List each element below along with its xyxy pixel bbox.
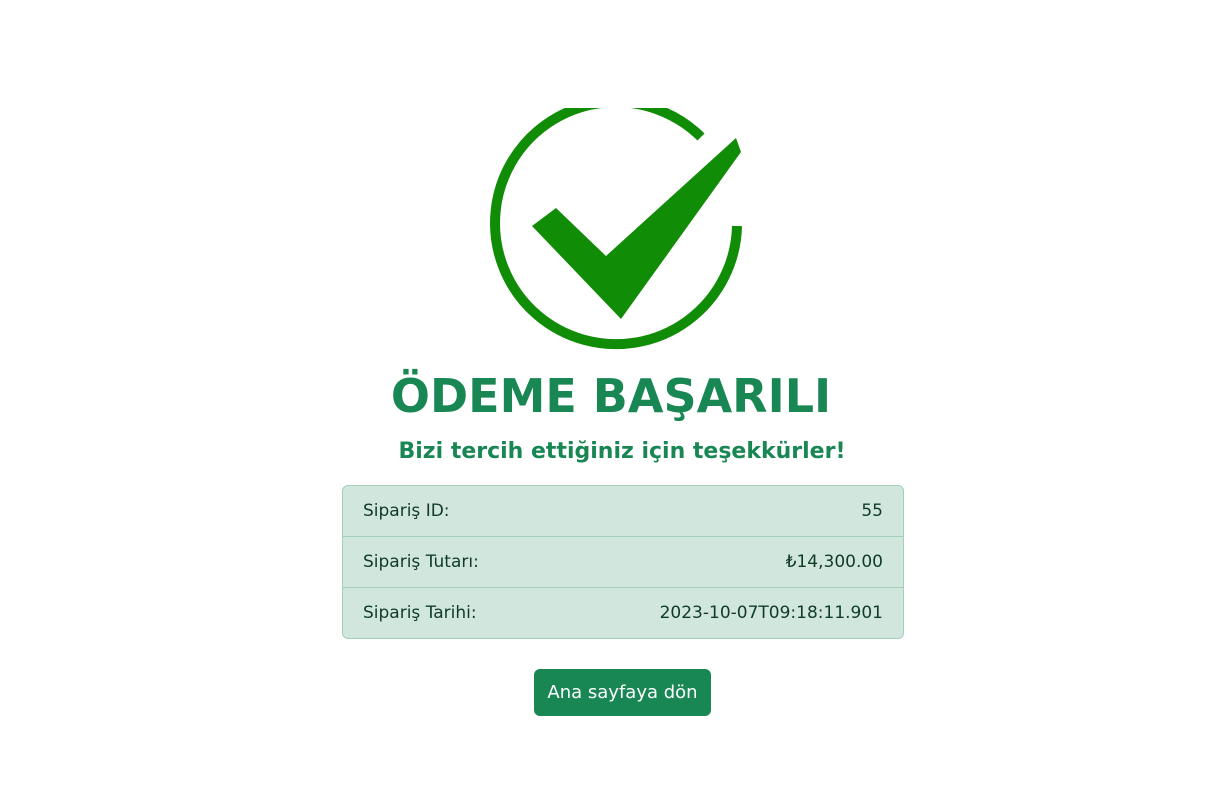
order-id-label: Sipariş ID: (363, 501, 450, 521)
order-date-label: Sipariş Tarihi: (363, 603, 477, 623)
order-details-list: Sipariş ID: 55 Sipariş Tutarı: ₺14,300.0… (342, 485, 904, 639)
payment-success-page: ÖDEME BAŞARILI Bizi tercih ettiğiniz içi… (0, 0, 1222, 812)
thank-you-message: Bizi tercih ettiğiniz için teşekkürler! (398, 439, 846, 464)
check-circle-icon (490, 108, 742, 350)
order-date-value: 2023-10-07T09:18:11.901 (659, 603, 883, 623)
order-id-row: Sipariş ID: 55 (343, 486, 903, 537)
order-amount-row: Sipariş Tutarı: ₺14,300.00 (343, 537, 903, 588)
back-to-home-button[interactable]: Ana sayfaya dön (534, 669, 711, 716)
order-amount-label: Sipariş Tutarı: (363, 552, 479, 572)
order-date-row: Sipariş Tarihi: 2023-10-07T09:18:11.901 (343, 588, 903, 638)
page-title: ÖDEME BAŞARILI (390, 369, 832, 423)
order-id-value: 55 (861, 501, 883, 521)
order-amount-value: ₺14,300.00 (785, 552, 883, 572)
